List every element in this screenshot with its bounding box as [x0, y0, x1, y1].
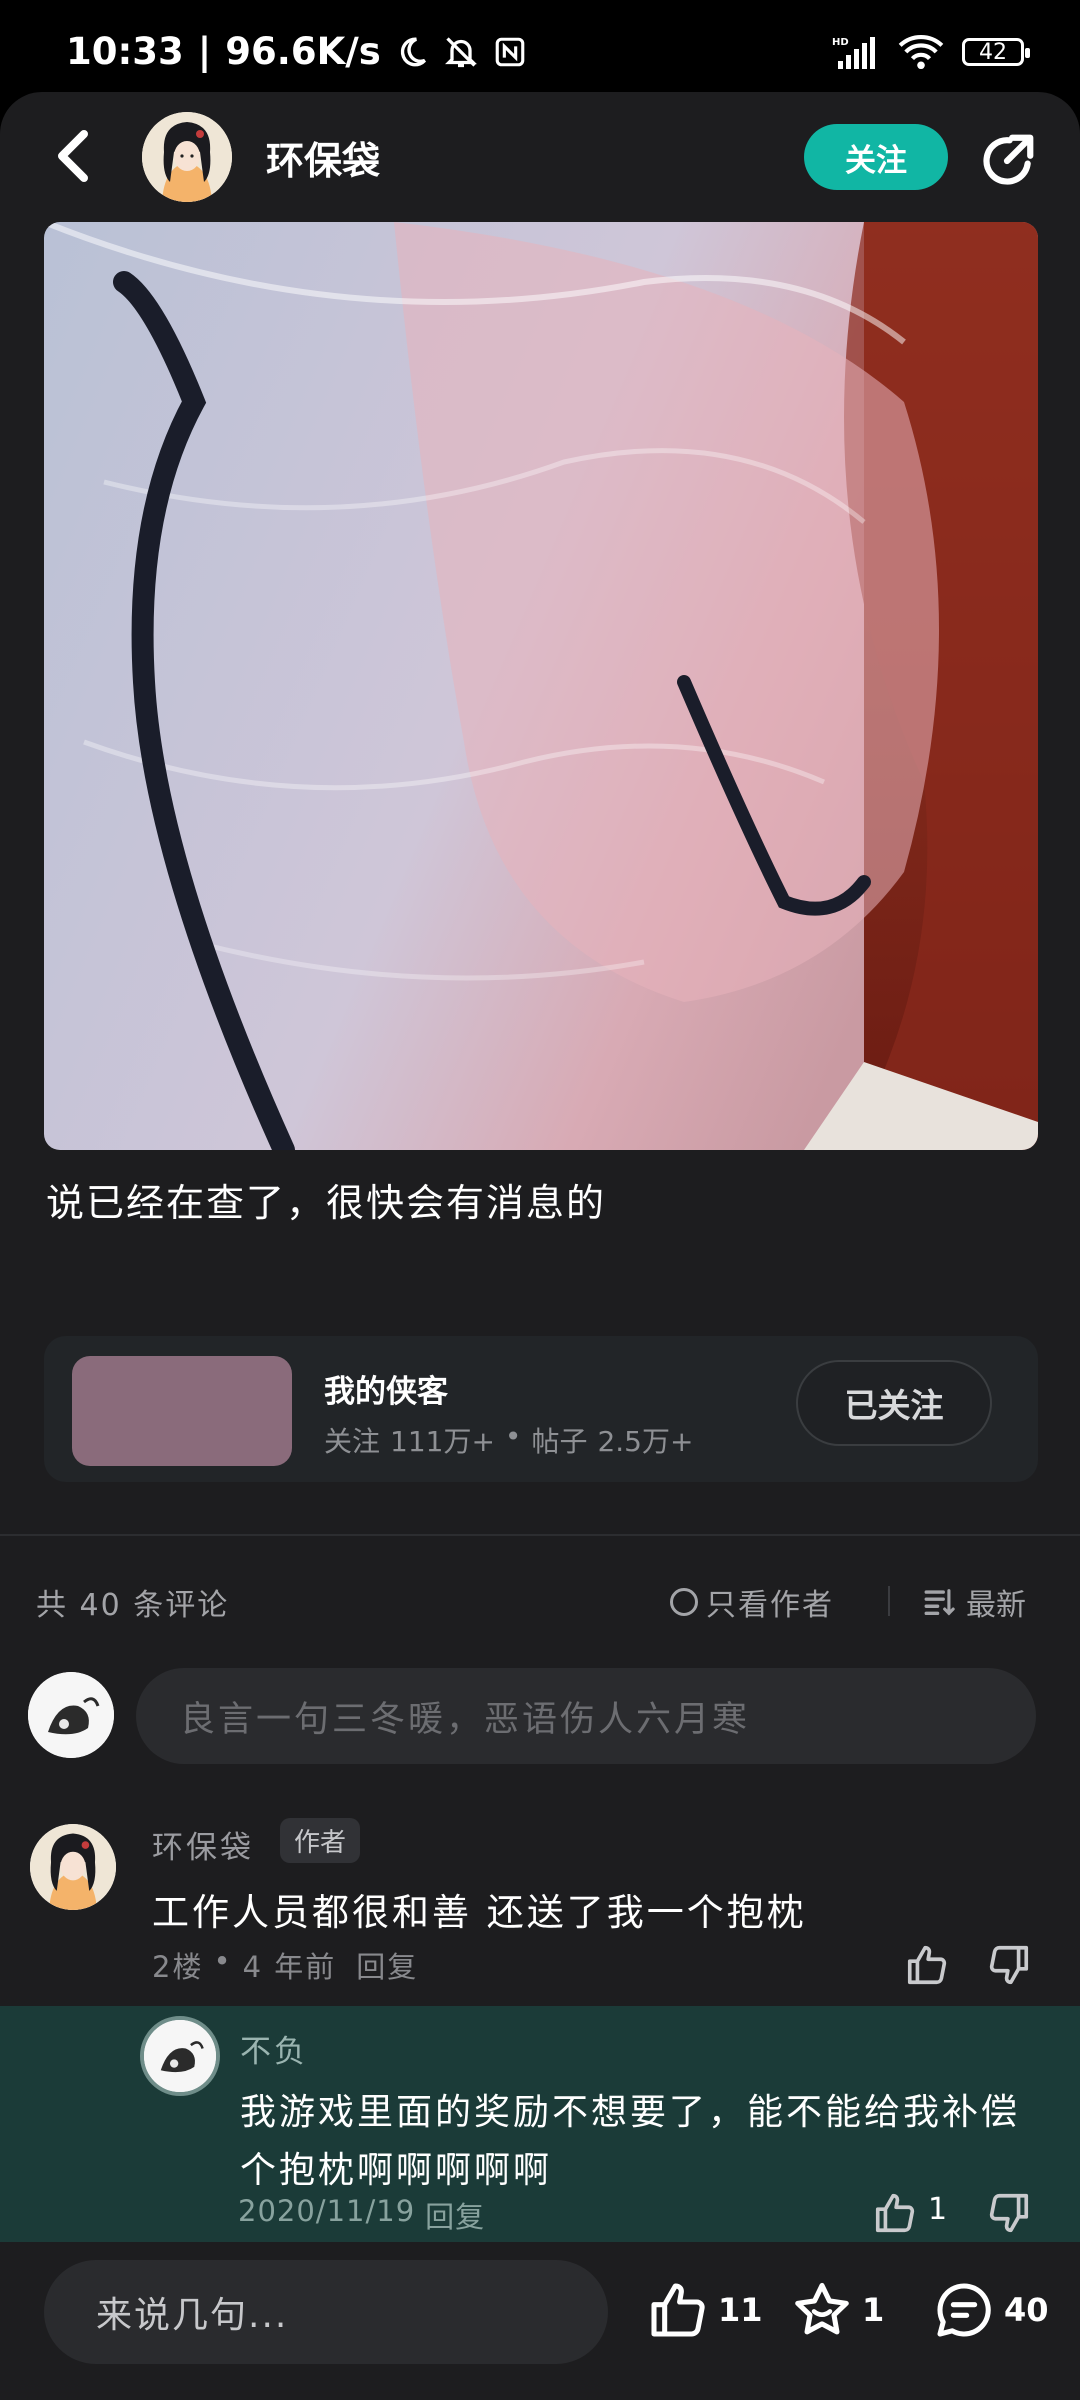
followers-count: 111万+	[390, 1425, 495, 1458]
moon-icon	[400, 37, 426, 66]
bottom-action-bar: 来说几句... 11 1 40	[0, 2242, 1080, 2400]
thumbs-up-icon	[907, 1945, 947, 1985]
plastic-bag-pillow-photo	[44, 222, 1038, 1150]
post-photo[interactable]	[44, 222, 1038, 1150]
reply-like-button[interactable]	[872, 2190, 918, 2236]
bell-muted-icon	[444, 36, 477, 67]
comment-bubble-icon	[937, 2283, 991, 2337]
favorite-count: 1	[862, 2291, 885, 2329]
sort-label: 最新	[966, 1588, 1026, 1623]
followers-label: 关注	[324, 1425, 381, 1458]
community-thumbnail	[72, 1356, 292, 1466]
section-divider	[0, 1534, 1080, 1536]
thumbs-up-icon	[651, 2283, 705, 2337]
reply-date: 2020/11/19	[238, 2194, 416, 2228]
reply-dislike-button[interactable]	[986, 2190, 1032, 2236]
author-name[interactable]: 环保袋	[266, 130, 380, 185]
header-separator	[888, 1586, 890, 1616]
comments-count: 40	[1004, 2291, 1049, 2329]
favorite-button[interactable]: 1	[790, 2278, 884, 2342]
comment-count: 共 40 条评论	[36, 1588, 230, 1623]
posts-count: 2.5万+	[597, 1425, 694, 1458]
sort-button[interactable]: 最新	[922, 1580, 1026, 1624]
meta-dot: •	[213, 1944, 233, 1978]
signal-icon: HD	[832, 37, 875, 69]
author-badge: 作者	[280, 1818, 361, 1863]
radio-icon	[670, 1588, 698, 1616]
reply-meta: 2020/11/19 回复	[238, 2194, 485, 2236]
comments-button[interactable]: 40	[932, 2278, 1049, 2342]
highlighted-reply: 不负 我游戏里面的奖励不想要了，能不能给我补偿个抱枕啊啊啊啊啊 2020/11/…	[0, 2006, 1080, 2242]
like-count: 11	[718, 2291, 763, 2329]
comment-like-button[interactable]	[904, 1942, 950, 1988]
follow-button[interactable]: 关注	[804, 124, 948, 190]
like-button[interactable]: 11	[646, 2278, 763, 2342]
reply-text: 我游戏里面的奖励不想要了，能不能给我补偿个抱枕啊啊啊啊啊	[240, 2092, 1021, 2191]
author-avatar[interactable]	[142, 112, 232, 202]
anime-avatar-image	[142, 112, 232, 202]
comment-meta: 2楼 • 4 年前 回复	[152, 1944, 418, 1986]
stats-dot: •	[504, 1420, 522, 1453]
reply-author-name[interactable]: 不负	[240, 2026, 308, 2071]
share-button[interactable]	[976, 130, 1038, 192]
comment-input[interactable]: 良言一句三冬暖，恶语伤人六月寒	[136, 1668, 1036, 1764]
wifi-icon	[898, 35, 944, 70]
status-left: 10:33 | 96.6K/s	[66, 30, 527, 73]
star-icon	[795, 2282, 849, 2335]
followed-button[interactable]: 已关注	[796, 1360, 992, 1446]
status-bar: 10:33 | 96.6K/s HD 42	[0, 0, 1080, 92]
bottom-comment-input[interactable]: 来说几句...	[44, 2260, 608, 2364]
only-author-toggle[interactable]: 只看作者	[670, 1580, 834, 1624]
chevron-left-icon	[58, 130, 88, 182]
top-nav: 环保袋 关注	[0, 92, 1080, 222]
commenter-avatar[interactable]	[30, 1824, 116, 1910]
user-avatar-image	[144, 2020, 216, 2092]
battery-level: 42	[979, 39, 1007, 65]
back-button[interactable]	[48, 126, 100, 186]
nfc-icon	[495, 37, 525, 66]
battery-indicator: 42	[962, 38, 1030, 66]
status-time: 10:33	[66, 30, 184, 73]
post-detail-screen: 环保袋 关注 说已经在查了，很快会有消息的 我的侠客 关注 111万+ • 帖子…	[0, 92, 1080, 2400]
comment-dislike-button[interactable]	[986, 1942, 1032, 1988]
reply-like-count: 1	[928, 2192, 948, 2227]
commenter-name[interactable]: 环保袋	[152, 1822, 254, 1867]
thumbs-down-icon	[989, 1945, 1029, 1985]
comment-time: 4 年前	[242, 1950, 337, 1984]
community-title: 我的侠客	[324, 1374, 448, 1410]
comments-header: 共 40 条评论 只看作者 最新	[0, 1572, 1080, 1632]
share-icon	[983, 134, 1034, 185]
status-separator: |	[197, 30, 212, 73]
reply-button[interactable]: 回复	[425, 2194, 485, 2236]
sort-icon	[924, 1589, 955, 1616]
current-user-avatar[interactable]	[28, 1672, 114, 1758]
signal-label: HD	[832, 37, 849, 48]
only-author-label: 只看作者	[706, 1588, 834, 1623]
status-right: HD 42	[832, 34, 1030, 70]
status-net-speed: 96.6K/s	[225, 30, 381, 73]
anime-avatar-image	[30, 1824, 116, 1910]
comment-text: 工作人员都很和善 还送了我一个抱枕	[152, 1891, 807, 1934]
community-card[interactable]: 我的侠客 关注 111万+ • 帖子 2.5万+ 已关注	[44, 1336, 1038, 1482]
thumbs-up-icon	[875, 2193, 915, 2233]
reply-button[interactable]: 回复	[356, 1944, 418, 1986]
reply-avatar[interactable]	[140, 2016, 220, 2096]
comment-floor: 2楼	[152, 1950, 204, 1984]
posts-label: 帖子	[531, 1425, 588, 1458]
thumbs-down-icon	[989, 2193, 1029, 2233]
user-avatar-image	[28, 1672, 114, 1758]
post-text: 说已经在查了，很快会有消息的	[46, 1181, 607, 1225]
community-stats: 关注 111万+ • 帖子 2.5万+	[324, 1420, 693, 1460]
